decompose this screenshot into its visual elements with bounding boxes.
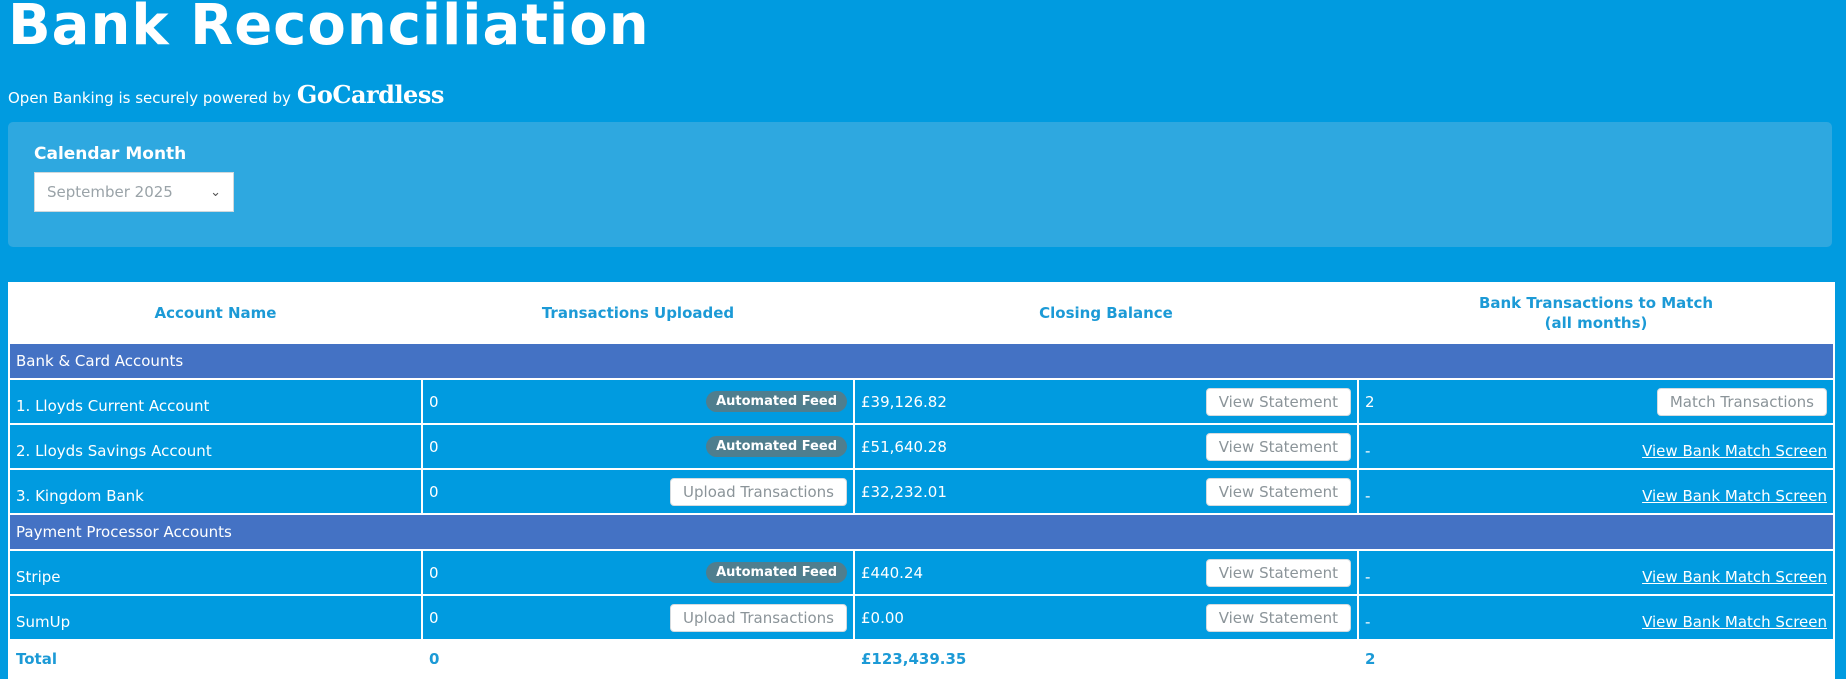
- powered-by-notice: Open Banking is securely powered by GoCa…: [8, 80, 444, 109]
- section-title: Bank & Card Accounts: [8, 342, 1835, 380]
- uploaded-count: 0: [429, 563, 439, 582]
- closing-balance: £39,126.82: [861, 392, 947, 411]
- to-match-count: -: [1365, 487, 1371, 505]
- total-label: Total: [8, 639, 423, 679]
- to-match-count: 2: [1365, 392, 1375, 411]
- gocardless-logo: GoCardless: [296, 80, 445, 109]
- calendar-month-select[interactable]: September 2025 ⌄: [34, 172, 234, 212]
- account-name: SumUp: [16, 613, 71, 631]
- table-row: Stripe 0 Automated Feed £440.24 View State…: [8, 549, 1835, 596]
- view-bank-match-link[interactable]: View Bank Match Screen: [1642, 433, 1827, 460]
- header-to-match-line1: Bank Transactions to Match: [1478, 294, 1714, 312]
- view-statement-button[interactable]: View Statement: [1205, 432, 1351, 461]
- uploaded-count: 0: [429, 482, 439, 501]
- upload-transactions-button[interactable]: Upload Transactions: [670, 603, 847, 632]
- to-match-count: -: [1365, 568, 1371, 586]
- header-closing-balance: Closing Balance: [853, 282, 1359, 344]
- view-statement-button[interactable]: View Statement: [1205, 387, 1351, 416]
- view-bank-match-link[interactable]: View Bank Match Screen: [1642, 559, 1827, 586]
- section-row-bank-card: Bank & Card Accounts: [8, 342, 1835, 380]
- closing-balance: £32,232.01: [861, 482, 947, 501]
- uploaded-count: 0: [429, 437, 439, 456]
- section-title: Payment Processor Accounts: [8, 513, 1835, 551]
- page-title: Bank Reconciliation: [8, 0, 650, 58]
- closing-balance: £0.00: [861, 608, 904, 627]
- automated-feed-badge: Automated Feed: [706, 436, 847, 457]
- chevron-down-icon: ⌄: [210, 184, 221, 200]
- view-statement-button[interactable]: View Statement: [1205, 603, 1351, 632]
- upload-transactions-button[interactable]: Upload Transactions: [670, 477, 847, 506]
- to-match-count: -: [1365, 442, 1371, 460]
- section-row-payment-processor: Payment Processor Accounts: [8, 513, 1835, 551]
- to-match-count: -: [1365, 613, 1371, 631]
- automated-feed-badge: Automated Feed: [706, 391, 847, 412]
- account-name: 2. Lloyds Savings Account: [16, 442, 212, 460]
- calendar-month-value: September 2025: [47, 183, 173, 201]
- table-row: 1. Lloyds Current Account 0 Automated Fee…: [8, 378, 1835, 425]
- view-bank-match-link[interactable]: View Bank Match Screen: [1642, 604, 1827, 631]
- calendar-month-label: Calendar Month: [34, 144, 187, 164]
- table-header-row: Account Name Transactions Uploaded Closi…: [8, 282, 1835, 344]
- month-filter-panel: Calendar Month September 2025 ⌄: [8, 122, 1832, 247]
- reconciliation-table: Account Name Transactions Uploaded Closi…: [8, 282, 1835, 679]
- header-transactions-uploaded: Transactions Uploaded: [421, 282, 855, 344]
- table-row: 2. Lloyds Savings Account 0 Automated Fee…: [8, 423, 1835, 470]
- total-to-match: 2: [1357, 639, 1835, 679]
- account-name: 1. Lloyds Current Account: [16, 397, 210, 415]
- account-name: 3. Kingdom Bank: [16, 487, 144, 505]
- header-account-name: Account Name: [8, 282, 423, 344]
- table-row: 3. Kingdom Bank 0 Upload Transactions £32…: [8, 468, 1835, 515]
- powered-by-text: Open Banking is securely powered by: [8, 89, 291, 107]
- account-name: Stripe: [16, 568, 61, 586]
- uploaded-count: 0: [429, 608, 439, 627]
- view-statement-button[interactable]: View Statement: [1205, 558, 1351, 587]
- header-to-match-line2: (all months): [1544, 314, 1648, 332]
- table-row: SumUp 0 Upload Transactions £0.00 View Sta…: [8, 594, 1835, 641]
- closing-balance: £440.24: [861, 563, 924, 582]
- header-to-match: Bank Transactions to Match (all months): [1357, 282, 1835, 344]
- total-balance: £123,439.35: [853, 639, 1359, 679]
- total-row: Total 0 £123,439.35 2: [8, 639, 1835, 679]
- automated-feed-badge: Automated Feed: [706, 562, 847, 583]
- view-statement-button[interactable]: View Statement: [1205, 477, 1351, 506]
- view-bank-match-link[interactable]: View Bank Match Screen: [1642, 478, 1827, 505]
- total-uploaded: 0: [421, 639, 855, 679]
- uploaded-count: 0: [429, 392, 439, 411]
- match-transactions-button[interactable]: Match Transactions: [1656, 387, 1827, 416]
- closing-balance: £51,640.28: [861, 437, 947, 456]
